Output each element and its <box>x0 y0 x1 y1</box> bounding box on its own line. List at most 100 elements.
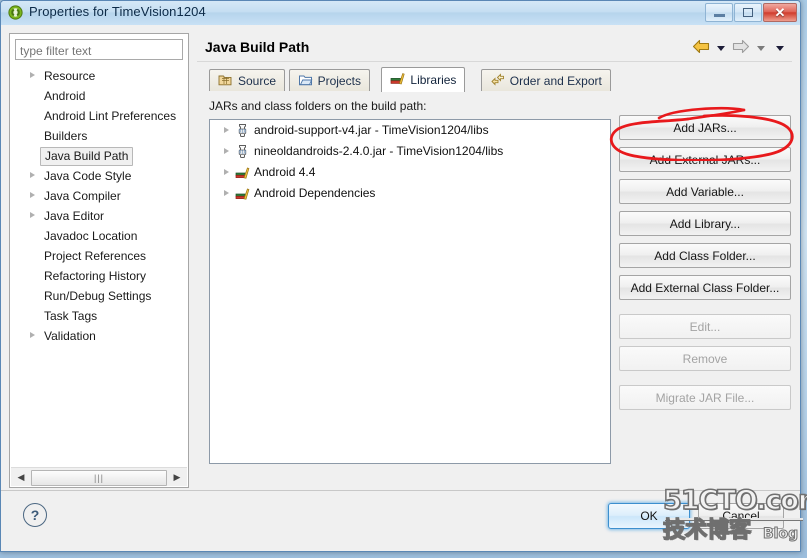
build-path-entry[interactable]: 010 nineoldandroids-2.4.0.jar - TimeVisio… <box>210 141 610 162</box>
forward-arrow-icon <box>732 39 750 57</box>
sidebar-item[interactable]: Task Tags <box>10 306 188 326</box>
title-separator <box>197 61 792 62</box>
sidebar-item-label: Project References <box>44 249 147 263</box>
libraries-tab-panel: JARs and class folders on the build path… <box>203 91 792 488</box>
expand-arrow-icon[interactable] <box>224 190 229 196</box>
preference-tree-panel: Resource Android Android Lint Preferences B… <box>9 33 189 488</box>
sidebar-item[interactable]: Javadoc Location <box>10 226 188 246</box>
tab-libraries[interactable]: Libraries <box>381 67 466 92</box>
entry-label: Android 4.4 <box>254 165 316 179</box>
jar-icon: 010 <box>235 144 250 159</box>
dialog-body: Resource Android Android Lint Preferences B… <box>1 25 800 551</box>
scroll-right-icon[interactable]: ▶ <box>169 469 185 485</box>
tab-order-and-export[interactable]: Order and Export <box>480 69 611 91</box>
sidebar-item[interactable]: Run/Debug Settings <box>10 286 188 306</box>
svg-text:010: 010 <box>239 129 247 134</box>
sidebar-item-label: Android <box>44 89 86 103</box>
expand-arrow-icon[interactable] <box>224 169 229 175</box>
window-title: Properties for TimeVision1204 <box>29 4 206 19</box>
library-icon <box>235 186 250 201</box>
tree-horizontal-scrollbar[interactable]: ◀ ||| ▶ <box>11 467 187 486</box>
add-library-button[interactable]: Add Library... <box>619 211 791 236</box>
sidebar-item[interactable]: Android Lint Preferences <box>10 106 188 126</box>
sidebar-item[interactable]: Java Editor <box>10 206 188 226</box>
scrollbar-thumb[interactable]: ||| <box>31 470 167 486</box>
add-external-class-folder-button[interactable]: Add External Class Folder... <box>619 275 791 300</box>
order-export-icon <box>490 72 505 90</box>
navigation-toolbar <box>692 39 788 57</box>
back-dropdown-icon[interactable] <box>717 45 725 51</box>
maximize-button[interactable] <box>734 3 762 22</box>
preference-tree[interactable]: Resource Android Android Lint Preferences B… <box>10 66 188 463</box>
sidebar-item-label: Refactoring History <box>44 269 147 283</box>
sidebar-item-label: Java Compiler <box>44 189 121 203</box>
sidebar-item-label: Run/Debug Settings <box>44 289 152 303</box>
source-folder-icon <box>218 72 233 90</box>
sidebar-item-label: Builders <box>44 129 88 143</box>
expand-arrow-icon[interactable] <box>224 127 229 133</box>
sidebar-item[interactable]: Android <box>10 86 188 106</box>
expand-arrow-icon[interactable] <box>30 212 35 218</box>
tab-projects[interactable]: Projects <box>288 69 370 91</box>
expand-arrow-icon[interactable] <box>30 332 35 338</box>
sidebar-item[interactable]: Project References <box>10 246 188 266</box>
sidebar-item[interactable]: Resource <box>10 66 188 86</box>
expand-arrow-icon[interactable] <box>30 72 35 78</box>
tab-label: Projects <box>317 73 361 88</box>
sidebar-item[interactable]: Builders <box>10 126 188 146</box>
library-icon <box>235 165 250 180</box>
add-variable-button[interactable]: Add Variable... <box>619 179 791 204</box>
close-button[interactable]: ✕ <box>763 3 797 22</box>
svg-text:010: 010 <box>239 150 247 155</box>
sidebar-item-label: Java Build Path <box>40 147 134 166</box>
build-path-button-column: Add JARs... Add External JARs... Add Varia… <box>619 115 791 417</box>
window-controls: ✕ <box>704 3 797 22</box>
jar-icon: 010 <box>235 123 250 138</box>
sidebar-item-label: Android Lint Preferences <box>44 109 177 123</box>
build-path-entry[interactable]: Android Dependencies <box>210 183 610 204</box>
remove-button: Remove <box>619 346 791 371</box>
eclipse-properties-icon <box>8 5 23 20</box>
add-external-jars-button[interactable]: Add External JARs... <box>619 147 791 172</box>
add-class-folder-button[interactable]: Add Class Folder... <box>619 243 791 268</box>
tab-source[interactable]: Source <box>209 69 286 91</box>
sidebar-item[interactable]: Java Compiler <box>10 186 188 206</box>
build-path-entry[interactable]: Android 4.4 <box>210 162 610 183</box>
expand-arrow-icon[interactable] <box>224 148 229 154</box>
entry-label: Android Dependencies <box>254 186 376 200</box>
sidebar-item[interactable]: Java Build Path <box>10 146 188 166</box>
tab-label: Libraries <box>410 73 457 87</box>
add-jars-button[interactable]: Add JARs... <box>619 115 791 140</box>
view-menu-icon[interactable] <box>776 45 784 51</box>
build-path-entry-list[interactable]: 010 android-support-v4.jar - TimeVision12… <box>209 119 611 464</box>
sidebar-item[interactable]: Refactoring History <box>10 266 188 286</box>
sidebar-item-label: Java Editor <box>44 209 105 223</box>
entry-label: android-support-v4.jar - TimeVision1204/… <box>254 123 489 137</box>
content-panel: Java Build Path Source Projects Librarie… <box>197 33 792 488</box>
sidebar-item[interactable]: Validation <box>10 326 188 346</box>
build-path-tabfolder: Source Projects Libraries Order and Export … <box>203 67 792 488</box>
back-arrow-icon[interactable] <box>692 39 710 57</box>
entry-label: nineoldandroids-2.4.0.jar - TimeVision12… <box>254 144 504 158</box>
cancel-button[interactable]: Cancel <box>698 503 784 529</box>
help-button[interactable]: ? <box>23 503 47 527</box>
sidebar-item-label: Resource <box>44 69 96 83</box>
filter-input[interactable] <box>15 39 183 60</box>
expand-arrow-icon[interactable] <box>30 192 35 198</box>
expand-arrow-icon[interactable] <box>30 172 35 178</box>
edit-button: Edit... <box>619 314 791 339</box>
scrollbar-grip: ||| <box>93 472 104 483</box>
libraries-books-icon <box>390 71 406 89</box>
panel-label: JARs and class folders on the build path… <box>209 99 427 113</box>
build-path-entry[interactable]: 010 android-support-v4.jar - TimeVision12… <box>210 120 610 141</box>
dialog-footer: ? OK Cancel <box>1 490 800 551</box>
sidebar-item-label: Javadoc Location <box>44 229 138 243</box>
sidebar-item[interactable]: Java Code Style <box>10 166 188 186</box>
properties-dialog: Properties for TimeVision1204 ✕ Resource… <box>0 0 801 552</box>
scroll-left-icon[interactable]: ◀ <box>13 469 29 485</box>
ok-button[interactable]: OK <box>608 503 690 529</box>
sidebar-item-label: Java Code Style <box>44 169 132 183</box>
minimize-button[interactable] <box>705 3 733 22</box>
sidebar-item-label: Validation <box>44 329 96 343</box>
page-title: Java Build Path <box>205 39 310 55</box>
